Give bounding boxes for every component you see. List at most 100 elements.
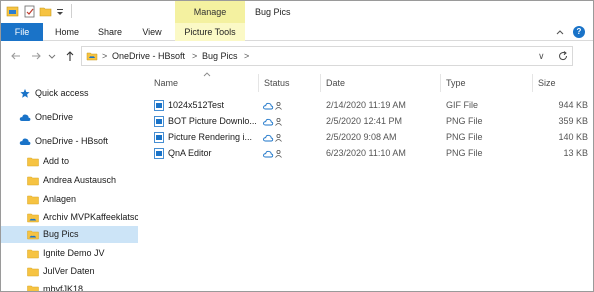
sidebar-item-label: Andrea Austausch — [43, 175, 117, 185]
image-file-icon — [154, 100, 164, 111]
sidebar-item-label: Anlagen — [43, 194, 77, 204]
tab-share[interactable]: Share — [91, 23, 129, 41]
titlebar-separator — [71, 4, 72, 18]
address-segment-bug-pics[interactable]: Bug Pics — [202, 47, 238, 65]
file-type: GIF File — [446, 100, 479, 110]
file-type: PNG File — [446, 116, 483, 126]
sidebar-item-label: Add to — [43, 156, 70, 166]
file-name: 1024x512Test — [168, 100, 225, 110]
file-date: 2/14/2020 11:19 AM — [326, 100, 406, 110]
navigation-bar: > OneDrive - HBsoft > Bug Pics > ∨ — [1, 43, 593, 69]
forward-arrow-icon[interactable] — [29, 49, 43, 63]
file-row[interactable]: BOT Picture Downlo... 2/5/2020 12:41 PM … — [148, 113, 593, 129]
sidebar-item-onedrive-hbsoft[interactable]: OneDrive - HBsoft — [1, 133, 138, 150]
file-name: Picture Rendering i... — [168, 132, 253, 142]
file-date: 6/23/2020 11:10 AM — [326, 148, 406, 158]
explorer-window: Manage Bug Pics File Home Share View Pic… — [0, 0, 594, 292]
properties-icon[interactable] — [23, 5, 36, 18]
recent-locations-icon[interactable] — [47, 49, 57, 63]
folder-icon — [27, 249, 39, 259]
sidebar-item-andrea-austausch[interactable]: Andrea Austausch — [1, 172, 138, 189]
file-name: QnA Editor — [168, 148, 212, 158]
column-divider[interactable] — [320, 74, 321, 92]
sidebar-item-onedrive[interactable]: OneDrive — [1, 109, 138, 126]
cloud-status-icon — [263, 149, 282, 158]
sidebar-item-label: mbyfJK18 — [43, 284, 84, 292]
address-separator[interactable]: > — [192, 47, 197, 65]
column-divider[interactable] — [532, 74, 533, 92]
file-date: 2/5/2020 12:41 PM — [326, 116, 403, 126]
file-size: 13 KB — [563, 148, 588, 158]
file-size: 359 KB — [558, 116, 588, 126]
sidebar-item-label: OneDrive - HBsoft — [35, 136, 109, 146]
folder-icon — [27, 176, 39, 186]
address-separator[interactable]: > — [244, 47, 249, 65]
folder-icon — [27, 267, 39, 277]
sidebar-item-label: OneDrive — [35, 112, 74, 122]
sidebar-item-label: JulVer Daten — [43, 266, 95, 276]
sidebar-item-ignite-demo-jv[interactable]: Ignite Demo JV — [1, 245, 138, 262]
file-date: 2/5/2020 9:08 AM — [326, 132, 397, 142]
refresh-icon[interactable] — [557, 50, 569, 62]
folder-icon — [27, 195, 39, 205]
column-divider[interactable] — [258, 74, 259, 92]
sidebar-item-mbyfjk18[interactable]: mbyfJK18 — [1, 281, 138, 292]
help-button[interactable]: ? — [573, 26, 585, 38]
column-header-size[interactable]: Size — [538, 74, 556, 92]
sidebar-item-label: Quick access — [35, 88, 89, 98]
shared-folder-icon — [86, 52, 98, 61]
file-type: PNG File — [446, 148, 483, 158]
manage-context-label: Manage — [175, 1, 245, 23]
image-file-icon — [154, 116, 164, 127]
tab-view[interactable]: View — [135, 23, 169, 41]
folder-icon — [27, 285, 39, 291]
file-row[interactable]: QnA Editor 6/23/2020 11:10 AM PNG File 1… — [148, 145, 593, 161]
address-separator[interactable]: > — [102, 47, 107, 65]
cloud-status-icon — [263, 101, 282, 110]
navigation-pane: Quick access OneDrive OneDrive - HBsoft … — [1, 71, 138, 292]
sidebar-item-label: Bug Pics — [43, 229, 79, 239]
address-bar[interactable]: > OneDrive - HBsoft > Bug Pics > ∨ — [81, 46, 573, 66]
tab-picture-tools[interactable]: Picture Tools — [175, 23, 245, 41]
sort-ascending-icon — [203, 72, 211, 77]
sidebar-item-add-to[interactable]: Add to — [1, 153, 138, 170]
address-dropdown-icon[interactable]: ∨ — [538, 47, 545, 65]
file-row[interactable]: Picture Rendering i... 2/5/2020 9:08 AM … — [148, 129, 593, 145]
sidebar-item-label: Ignite Demo JV — [43, 248, 105, 258]
image-file-icon — [154, 148, 164, 159]
sidebar-item-label: Archiv MVPKaffeeklatsc — [43, 212, 138, 222]
file-row[interactable]: 1024x512Test 2/14/2020 11:19 AM GIF File… — [148, 97, 593, 113]
shared-folder-icon — [27, 213, 39, 223]
folder-icon — [27, 157, 39, 167]
sidebar-item-bug-pics[interactable]: Bug Pics — [1, 226, 138, 243]
navigation-pane-scrollbar[interactable] — [138, 71, 146, 291]
column-header-type[interactable]: Type — [446, 74, 466, 92]
file-type: PNG File — [446, 132, 483, 142]
address-segment-onedrive-hbsoft[interactable]: OneDrive - HBsoft — [112, 47, 185, 65]
new-folder-icon[interactable] — [39, 5, 52, 18]
cloud-icon — [19, 138, 31, 145]
window-icon — [6, 6, 19, 17]
window-title: Bug Pics — [255, 7, 291, 17]
customize-quick-access-icon[interactable] — [55, 5, 65, 18]
sidebar-item-anlagen[interactable]: Anlagen — [1, 191, 138, 208]
column-header-name[interactable]: Name — [154, 74, 178, 92]
shared-folder-icon — [27, 230, 39, 240]
column-divider[interactable] — [440, 74, 441, 92]
tab-home[interactable]: Home — [49, 23, 85, 41]
star-icon — [20, 88, 30, 98]
back-arrow-icon[interactable] — [9, 49, 23, 63]
tab-file[interactable]: File — [1, 23, 43, 41]
sidebar-item-quick-access[interactable]: Quick access — [1, 85, 138, 102]
file-size: 140 KB — [558, 132, 588, 142]
up-arrow-icon[interactable] — [63, 49, 77, 63]
collapse-ribbon-icon[interactable] — [555, 27, 565, 37]
column-header-status[interactable]: Status — [264, 74, 290, 92]
sidebar-item-julver-daten[interactable]: JulVer Daten — [1, 263, 138, 280]
cloud-icon — [19, 114, 31, 121]
image-file-icon — [154, 132, 164, 143]
file-name: BOT Picture Downlo... — [168, 116, 256, 126]
cloud-status-icon — [263, 117, 282, 126]
column-header-date[interactable]: Date — [326, 74, 345, 92]
sidebar-item-archiv-mvpkaffeeklatsc[interactable]: Archiv MVPKaffeeklatsc — [1, 209, 138, 226]
